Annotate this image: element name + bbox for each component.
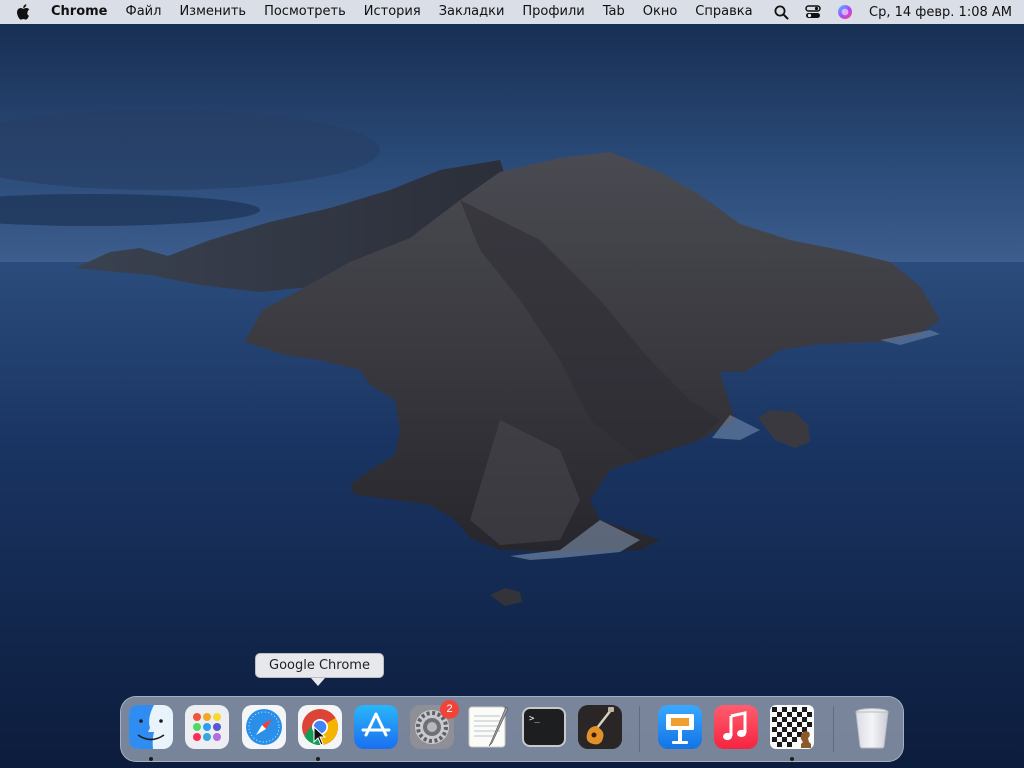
dock-launchpad[interactable] [184, 704, 230, 750]
menu-bookmarks[interactable]: Закладки [430, 0, 514, 24]
menu-bar-clock[interactable]: Ср, 14 февр. 1:08 AM [869, 5, 1012, 20]
dock-separator-trash [833, 706, 834, 752]
safari-icon [242, 705, 286, 749]
menu-app-name[interactable]: Chrome [42, 0, 117, 24]
dock-textedit[interactable] [465, 704, 511, 750]
menu-help[interactable]: Справка [686, 0, 761, 24]
music-icon [714, 705, 758, 749]
dock-trash[interactable] [849, 704, 895, 750]
menu-view[interactable]: Посмотреть [255, 0, 355, 24]
menu-profiles[interactable]: Профили [513, 0, 593, 24]
mouse-cursor [313, 726, 327, 746]
dock-tooltip: Google Chrome [255, 653, 384, 678]
dock-safari[interactable] [241, 704, 287, 750]
dock-chess[interactable] [769, 704, 815, 750]
dock-finder-running-indicator [149, 757, 153, 761]
siri-icon[interactable] [836, 3, 854, 21]
menu-bar: Chrome Файл Изменить Посмотреть История … [0, 0, 1024, 24]
system-preferences-badge: 2 [440, 700, 459, 719]
dock-finder[interactable] [128, 704, 174, 750]
textedit-icon [468, 706, 509, 748]
menu-tab[interactable]: Tab [594, 0, 634, 24]
menu-bar-status-area: Ср, 14 февр. 1:08 AM [765, 0, 1024, 24]
dock-music[interactable] [713, 704, 759, 750]
dock-terminal[interactable]: >_ [521, 704, 567, 750]
dock-tooltip-arrow [311, 678, 325, 686]
menu-edit[interactable]: Изменить [170, 0, 255, 24]
app-store-icon [354, 705, 398, 749]
garageband-icon [578, 705, 622, 749]
search-icon[interactable] [772, 3, 790, 21]
dock-separator [639, 706, 640, 752]
dock-garageband[interactable] [577, 704, 623, 750]
control-center-icon[interactable] [804, 3, 822, 21]
menu-window[interactable]: Окно [634, 0, 687, 24]
terminal-icon: >_ [522, 707, 566, 747]
dock-keynote[interactable] [657, 704, 703, 750]
dock-app-store[interactable] [353, 704, 399, 750]
menu-file[interactable]: Файл [117, 0, 171, 24]
dock-chrome-running-indicator [316, 757, 320, 761]
menu-history[interactable]: История [355, 0, 430, 24]
dock-chess-running-indicator [790, 757, 794, 761]
launchpad-icon [185, 705, 229, 749]
chess-icon [770, 705, 814, 749]
apple-menu-icon[interactable] [14, 3, 32, 21]
svg-text:>_: >_ [529, 714, 540, 724]
keynote-icon [658, 705, 702, 749]
finder-icon [129, 705, 173, 749]
trash-icon [855, 708, 889, 749]
desktop-wallpaper [0, 0, 1024, 768]
